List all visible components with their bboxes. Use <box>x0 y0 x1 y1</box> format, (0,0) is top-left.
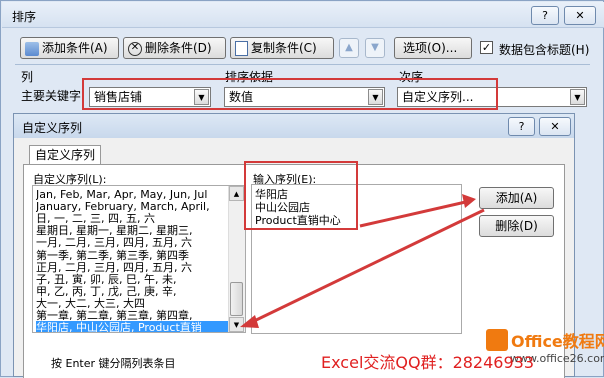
watermark-overlay: Excel交流QQ群：28246933 <box>321 353 535 372</box>
annotation-arrows <box>240 194 485 328</box>
office-logo-icon <box>486 329 508 351</box>
